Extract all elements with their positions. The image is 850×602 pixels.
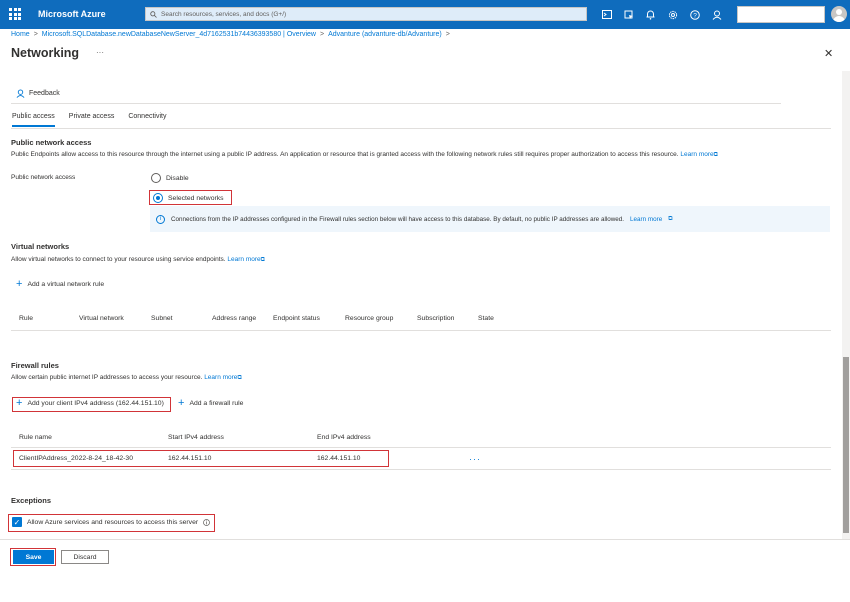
- discard-button[interactable]: Discard: [61, 550, 109, 564]
- row-more-options-button[interactable]: ···: [469, 454, 481, 464]
- brand-name[interactable]: Microsoft Azure: [38, 9, 106, 19]
- highlight-box: [12, 397, 171, 412]
- divider: [11, 128, 831, 129]
- column-header[interactable]: Subnet: [151, 315, 173, 322]
- info-icon: i: [156, 214, 165, 224]
- add-virtual-network-rule-button[interactable]: + Add a virtual network rule: [16, 278, 105, 290]
- external-link-icon: ⧉: [713, 152, 718, 158]
- waffle-menu-icon[interactable]: [9, 8, 21, 20]
- column-header[interactable]: Start IPv4 address: [168, 434, 224, 441]
- column-header[interactable]: Address range: [212, 315, 256, 322]
- search-icon: [150, 10, 157, 18]
- divider: [11, 447, 831, 448]
- breadcrumb-overview[interactable]: Microsoft.SQLDatabase.newDatabaseNewServ…: [42, 31, 316, 38]
- tab-public-access[interactable]: Public access: [12, 113, 55, 127]
- breadcrumb: Home > Microsoft.SQLDatabase.newDatabase…: [11, 31, 450, 38]
- highlight-box: [13, 450, 389, 467]
- add-firewall-rule-button[interactable]: + Add a firewall rule: [178, 397, 244, 409]
- account-box[interactable]: [737, 6, 825, 23]
- section-heading-public-network: Public network access: [11, 138, 92, 147]
- section-description-firewall: Allow certain public internet IP address…: [11, 374, 242, 381]
- scrollbar-thumb[interactable]: [843, 357, 849, 533]
- divider: [11, 469, 831, 470]
- tab-connectivity[interactable]: Connectivity: [128, 113, 166, 127]
- learn-more-link[interactable]: Learn more: [630, 216, 662, 223]
- action-label: Add a firewall rule: [189, 399, 244, 407]
- highlight-box: [10, 548, 56, 566]
- search-input[interactable]: [157, 10, 577, 18]
- breadcrumb-database[interactable]: Advanture (advanture-db/Advanture): [328, 31, 442, 38]
- column-header[interactable]: Resource group: [345, 315, 393, 322]
- top-bar: Microsoft Azure ?: [0, 0, 850, 29]
- divider: [11, 103, 781, 104]
- divider: [11, 330, 831, 331]
- section-description-public-network: Public Endpoints allow access to this re…: [11, 151, 718, 158]
- external-link-icon: ⧉: [668, 215, 673, 222]
- tab-private-access[interactable]: Private access: [69, 113, 115, 127]
- radio-label: Disable: [166, 174, 189, 182]
- more-options-button[interactable]: ···: [96, 48, 104, 57]
- svg-text:?: ?: [693, 12, 697, 19]
- learn-more-link[interactable]: Learn more: [227, 256, 260, 263]
- column-header[interactable]: Rule name: [19, 434, 52, 441]
- close-button[interactable]: ✕: [824, 47, 833, 60]
- radio-button[interactable]: [151, 173, 161, 183]
- column-header[interactable]: Rule: [19, 315, 33, 322]
- highlight-box: [8, 514, 215, 532]
- avatar[interactable]: [831, 6, 847, 22]
- highlight-box: [149, 190, 232, 205]
- column-header[interactable]: Endpoint status: [273, 315, 320, 322]
- settings-gear-icon[interactable]: [666, 8, 679, 21]
- page-title: Networking: [11, 46, 80, 60]
- action-label: Add a virtual network rule: [27, 280, 105, 288]
- column-header[interactable]: Virtual network: [79, 315, 124, 322]
- learn-more-link[interactable]: Learn more: [680, 151, 713, 158]
- breadcrumb-separator: >: [320, 31, 325, 38]
- info-banner: i Connections from the IP addresses conf…: [150, 206, 830, 232]
- directory-filter-icon[interactable]: [622, 8, 635, 21]
- external-link-icon: ⧉: [260, 257, 265, 263]
- cloud-shell-icon[interactable]: [600, 8, 613, 21]
- feedback-icon: [16, 89, 25, 98]
- column-header[interactable]: Subscription: [417, 315, 454, 322]
- plus-icon: +: [16, 278, 23, 290]
- tab-bar: Public access Private access Connectivit…: [12, 113, 166, 127]
- learn-more-link[interactable]: Learn more: [204, 374, 237, 381]
- help-icon[interactable]: ?: [688, 8, 701, 21]
- feedback-button[interactable]: Feedback: [16, 89, 60, 98]
- section-heading-exceptions: Exceptions: [11, 496, 52, 505]
- breadcrumb-separator: >: [33, 31, 38, 38]
- top-icons: ?: [600, 8, 723, 21]
- field-label-public-network: Public network access: [11, 174, 76, 181]
- section-heading-firewall-rules: Firewall rules: [11, 361, 59, 370]
- feedback-label: Feedback: [29, 90, 60, 97]
- breadcrumb-home[interactable]: Home: [11, 31, 30, 38]
- feedback-icon[interactable]: [710, 8, 723, 21]
- info-text: Connections from the IP addresses config…: [171, 215, 625, 223]
- breadcrumb-separator: >: [445, 31, 450, 38]
- section-heading-virtual-networks: Virtual networks: [11, 242, 70, 251]
- section-description-virtual-networks: Allow virtual networks to connect to you…: [11, 256, 265, 263]
- radio-disable[interactable]: Disable: [151, 173, 189, 183]
- search-box[interactable]: [145, 7, 587, 21]
- notifications-icon[interactable]: [644, 8, 657, 21]
- external-link-icon: ⧉: [237, 375, 242, 381]
- column-header[interactable]: End IPv4 address: [317, 434, 371, 441]
- divider: [0, 539, 850, 540]
- plus-icon: +: [178, 397, 185, 409]
- column-header[interactable]: State: [478, 315, 494, 322]
